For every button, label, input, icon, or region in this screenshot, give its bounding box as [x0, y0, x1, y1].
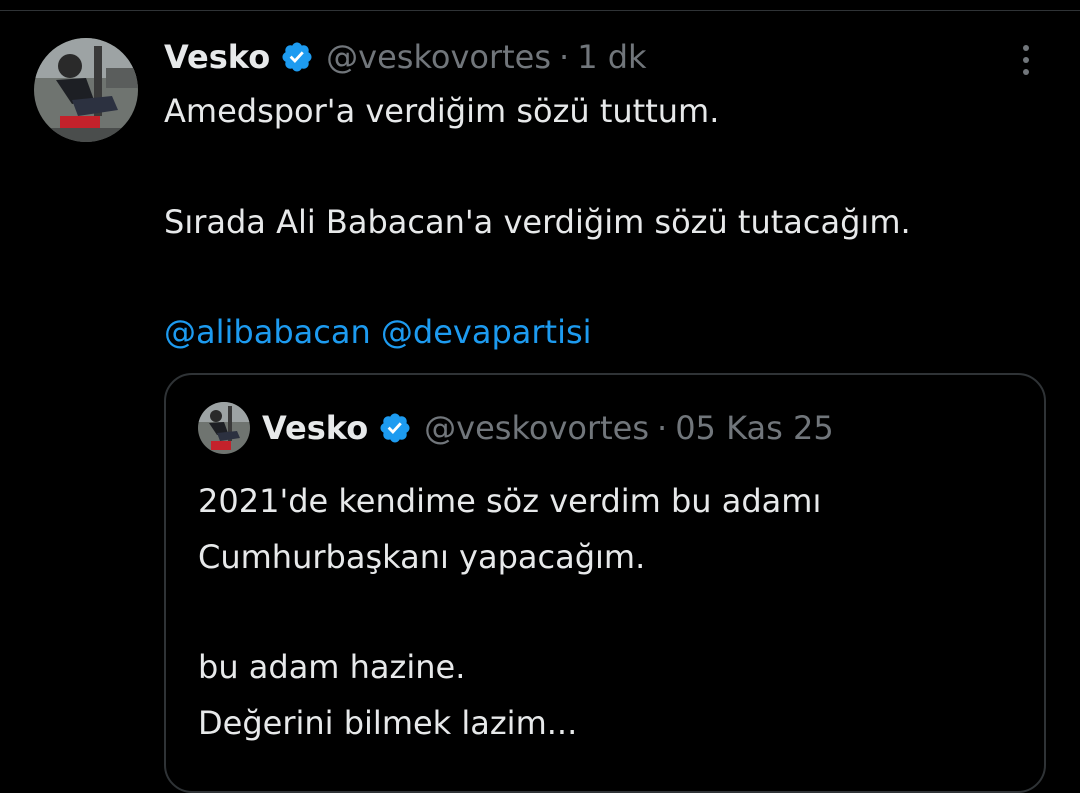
separator-dot: · [657, 409, 668, 447]
mention-link[interactable]: @devapartisi [381, 313, 592, 351]
more-options-icon-dot [1023, 57, 1029, 63]
verified-badge-icon[interactable] [280, 40, 314, 74]
author-name[interactable]: Vesko [164, 38, 270, 76]
verified-badge-icon [378, 411, 412, 445]
quote-text-line: Cumhurbaşkanı yapacağım. [198, 538, 646, 576]
quote-tweet-card[interactable]: Vesko @veskovortes · 05 Kas 25 2021'de k… [164, 373, 1046, 793]
quote-text-line: Değerini bilmek lazim... [198, 704, 578, 742]
quote-header: Vesko @veskovortes · 05 Kas 25 [262, 405, 834, 451]
quote-text-line: bu adam hazine. [198, 648, 466, 686]
quote-author-handle: @veskovortes [424, 409, 650, 447]
quote-avatar[interactable] [198, 402, 250, 454]
tweet-timestamp[interactable]: 1 dk [577, 38, 646, 76]
mention-link[interactable]: @alibabacan [164, 313, 371, 351]
author-handle[interactable]: @veskovortes [326, 38, 551, 76]
quote-date: 05 Kas 25 [675, 409, 834, 447]
separator-dot: · [559, 38, 570, 76]
more-options-button[interactable] [1008, 40, 1044, 80]
avatar[interactable] [34, 38, 138, 142]
more-options-icon [1023, 45, 1029, 51]
tweet-header: Vesko @veskovortes · 1 dk [164, 34, 647, 80]
top-divider [0, 10, 1080, 11]
mentions-line: @alibabacan @devapartisi [164, 310, 592, 354]
quote-author-name: Vesko [262, 409, 369, 447]
quote-text-line: 2021'de kendime söz verdim bu adamı [198, 482, 822, 520]
tweet-text-line: Amedspor'a verdiğim sözü tuttum. [164, 92, 720, 130]
more-options-icon-dot [1023, 69, 1029, 75]
tweet-text-line: Sırada Ali Babacan'a verdiğim sözü tutac… [164, 203, 911, 241]
